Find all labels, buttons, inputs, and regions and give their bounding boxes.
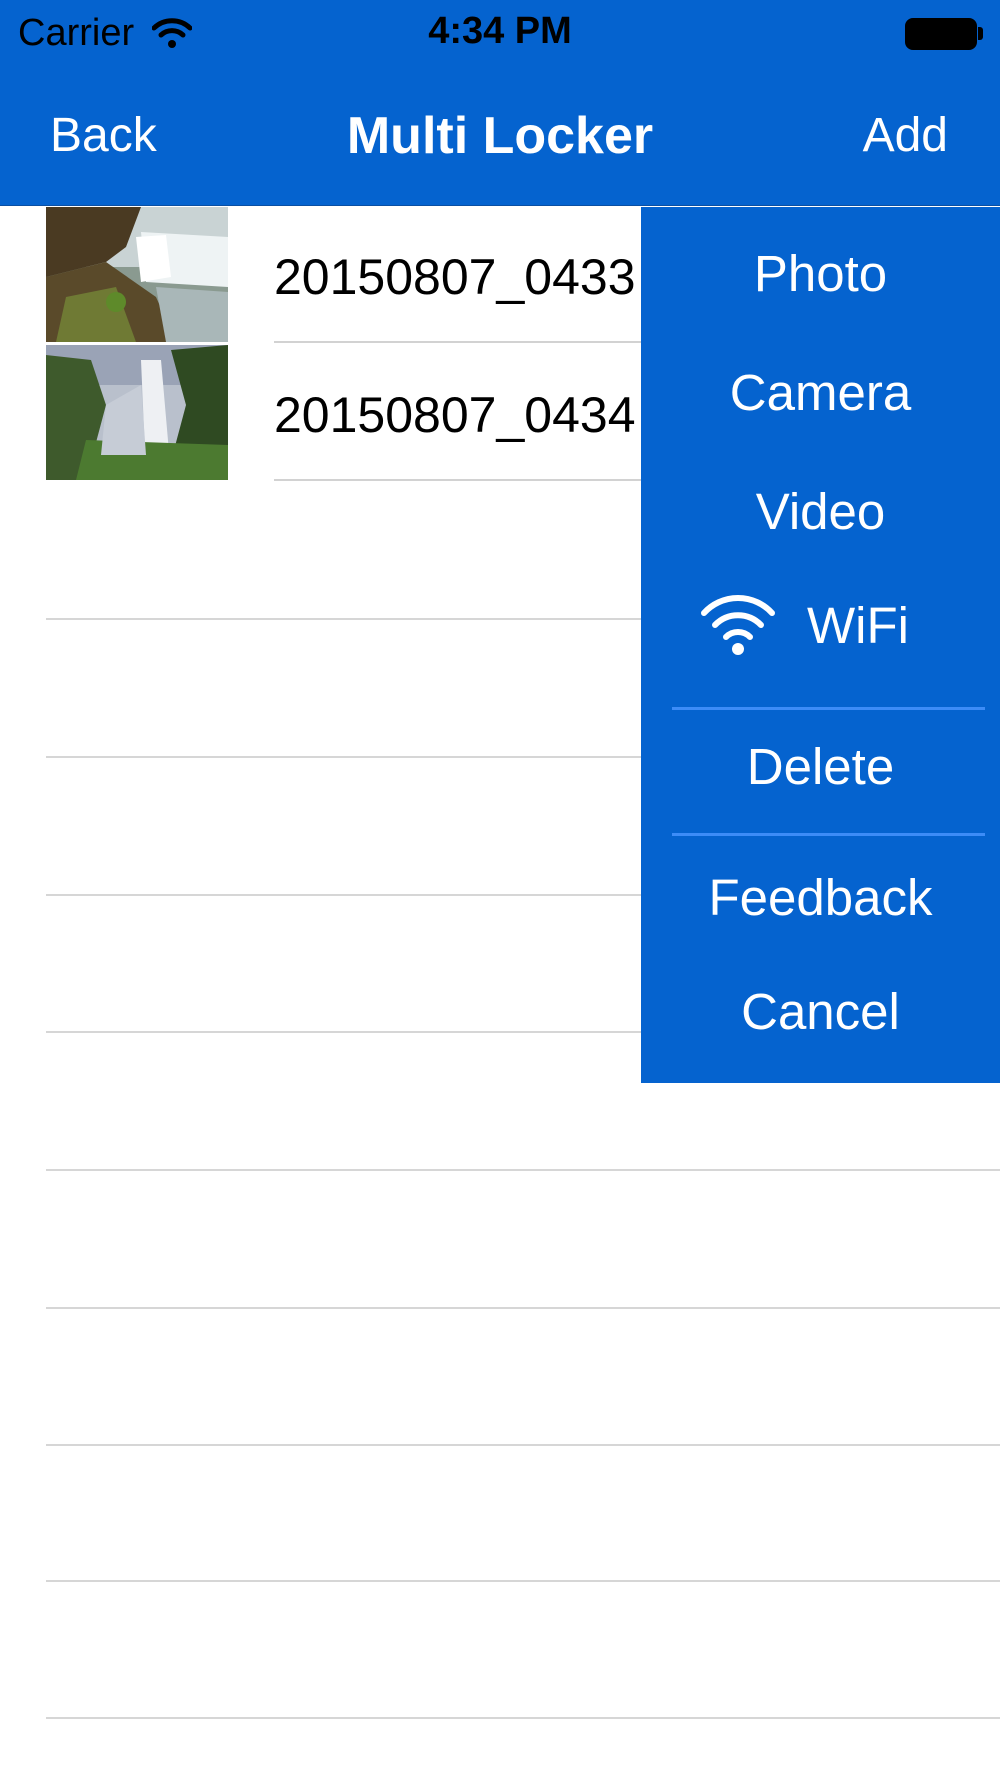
row-separator [46,1307,1000,1309]
menu-item-video[interactable]: Video [641,467,1000,557]
file-name: 20150807_0433 [274,249,636,305]
file-thumbnail [46,345,228,480]
file-name: 20150807_0434 [274,387,636,443]
row-separator [46,1580,1000,1582]
add-button[interactable]: Add [863,108,948,164]
wifi-icon [701,594,775,655]
status-bar: Carrier 4:34 PM [0,0,1000,68]
add-menu: Photo Camera Video WiFi Delete Feedback … [641,207,1000,1083]
menu-item-wifi[interactable]: WiFi [641,581,1000,671]
menu-divider [672,707,985,710]
row-separator [46,1444,1000,1446]
menu-divider [672,833,985,836]
back-button[interactable]: Back [50,108,157,164]
menu-item-photo[interactable]: Photo [641,229,1000,319]
menu-item-feedback[interactable]: Feedback [641,853,1000,943]
row-separator [46,1169,1000,1171]
navigation-header: Carrier 4:34 PM Multi Locker Back Add [0,0,1000,206]
wifi-label: WiFi [807,597,909,654]
menu-item-camera[interactable]: Camera [641,348,1000,438]
row-separator [46,1717,1000,1719]
battery-tip [978,27,983,40]
file-thumbnail [46,207,228,342]
menu-item-cancel[interactable]: Cancel [641,967,1000,1057]
menu-item-delete[interactable]: Delete [641,722,1000,812]
battery-icon [905,18,977,50]
clock: 4:34 PM [428,10,572,52]
